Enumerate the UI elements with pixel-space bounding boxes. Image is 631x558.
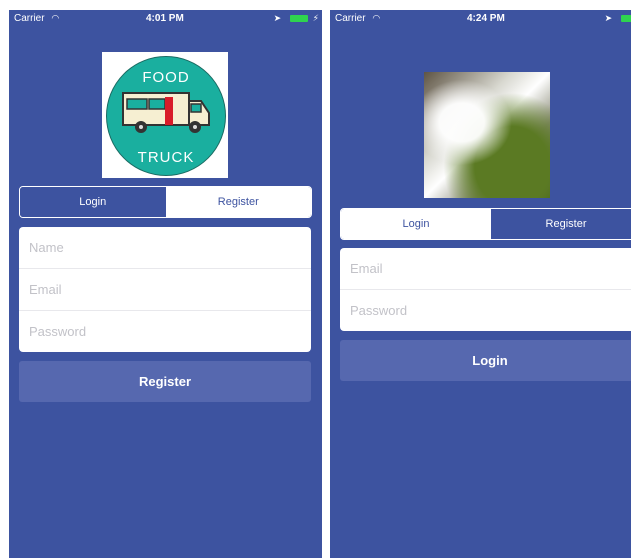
email-field-row [19,269,311,311]
wifi-icon: ◠ [372,13,381,23]
wifi-icon: ◠ [51,13,60,23]
register-screen: Carrier ◠ 4:01 PM ➤ ⚡ FOOD TRUCK Login R… [9,10,322,558]
location-arrow-icon: ➤ [604,13,613,23]
email-field[interactable] [340,260,631,277]
carrier-text: Carrier [335,13,366,24]
login-button[interactable]: Login [340,340,631,381]
segment-register[interactable]: Register [491,209,631,239]
status-time: 4:01 PM [146,13,184,24]
register-form [19,227,311,352]
logo-food-text: FOOD [142,69,190,86]
auth-mode-segmented-control: Login Register [19,186,312,218]
charging-bolt-icon: ⚡ [312,13,319,23]
status-icons: ➤ [605,13,631,24]
status-bar: Carrier ◠ 4:24 PM ➤ [330,10,631,28]
status-time: 4:24 PM [467,13,505,24]
segment-login[interactable]: Login [341,209,491,239]
carrier-text: Carrier [14,13,45,24]
carrier-label: Carrier ◠ [14,13,59,24]
battery-icon [621,14,631,22]
logo-circle: FOOD TRUCK [106,56,226,176]
email-field[interactable] [19,281,311,298]
password-field[interactable] [19,323,311,340]
logo-truck-text: TRUCK [137,149,195,166]
password-field[interactable] [340,302,631,319]
waterfall-photo [424,72,550,198]
segment-login[interactable]: Login [20,187,166,217]
food-truck-illustration [122,92,210,133]
login-screen: Carrier ◠ 4:24 PM ➤ Login Register Login [330,10,631,558]
location-arrow-icon: ➤ [273,13,282,23]
auth-mode-segmented-control: Login Register [340,208,631,240]
password-field-row [19,311,311,352]
login-form [340,248,631,331]
carrier-label: Carrier ◠ [335,13,380,24]
status-bar: Carrier ◠ 4:01 PM ➤ ⚡ [9,10,322,28]
name-field-row [19,227,311,269]
segment-register[interactable]: Register [165,187,311,217]
password-field-row [340,290,631,331]
status-icons: ➤ ⚡ [274,13,319,24]
register-button[interactable]: Register [19,361,311,402]
app-logo: FOOD TRUCK [102,52,228,178]
name-field[interactable] [19,239,311,256]
battery-icon [289,14,308,22]
email-field-row [340,248,631,290]
